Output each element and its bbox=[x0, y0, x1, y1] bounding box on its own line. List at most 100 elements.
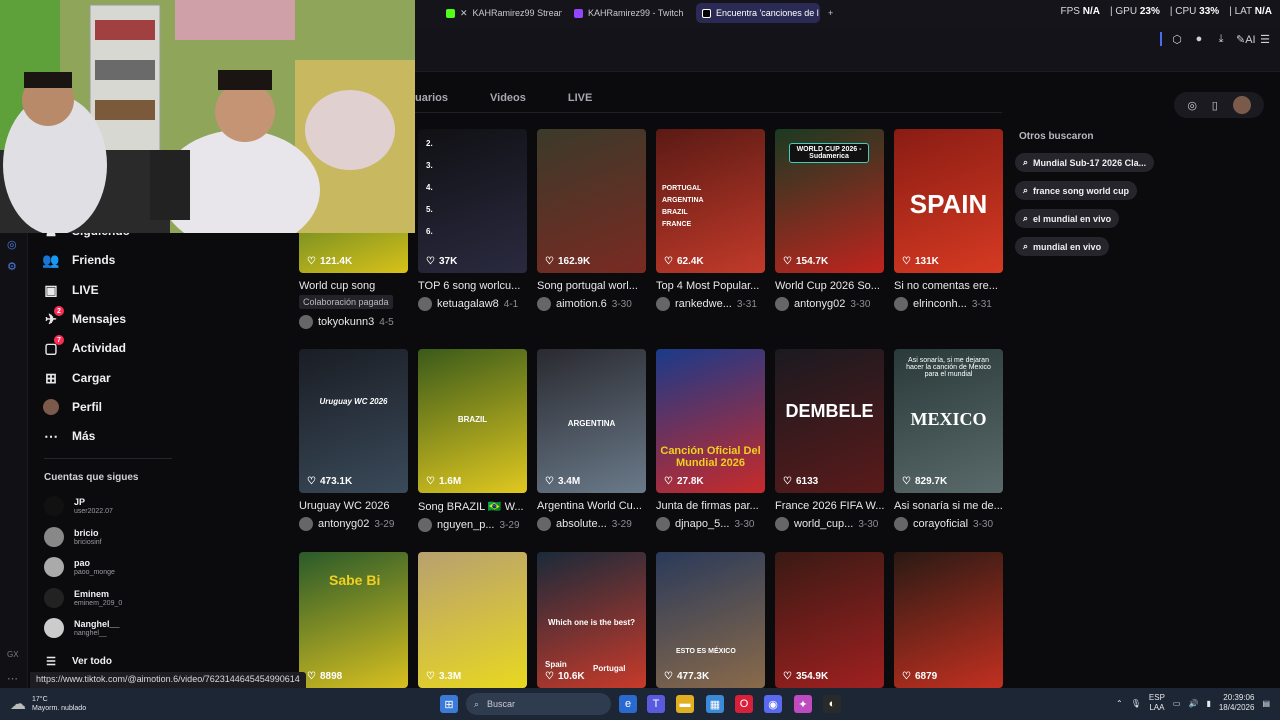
ai-button[interactable]: ✎AI bbox=[1236, 33, 1256, 46]
store-icon[interactable]: ▦ bbox=[706, 695, 724, 713]
video-author-row[interactable]: world_cup... 3-30 bbox=[775, 517, 884, 531]
video-title[interactable]: Uruguay WC 2026 bbox=[299, 500, 408, 512]
video-author-row[interactable]: absolute... 3-29 bbox=[537, 517, 646, 531]
video-card[interactable]: ♡ 10.6K Which one is the best? Spain Portuga… bbox=[537, 552, 646, 688]
video-card[interactable]: ♡ 154.7K WORLD CUP 2026 - Sudamerica World … bbox=[775, 129, 884, 311]
weather-widget[interactable]: ☁ 17°C Mayorm. nublado bbox=[10, 694, 86, 714]
battery-icon[interactable]: ▮ bbox=[1206, 699, 1210, 708]
video-thumbnail[interactable]: ♡ 37K 2. 3. 4. 5. 6. bbox=[418, 129, 527, 273]
video-thumbnail[interactable]: ♡ 3.3M bbox=[418, 552, 527, 688]
sidebar-item-activity[interactable]: ▢ 7 Actividad bbox=[42, 335, 126, 357]
other-search-chip[interactable]: ⌕ mundial en vivo bbox=[1015, 237, 1110, 256]
video-card[interactable]: ♡ 3.4M ARGENTINA Argentina World Cu... absol… bbox=[537, 349, 646, 531]
notification-icon[interactable]: ▤ bbox=[1262, 699, 1270, 708]
account-icon[interactable]: ● bbox=[1192, 33, 1206, 45]
video-author-row[interactable]: antonyg02 3-29 bbox=[299, 517, 408, 531]
video-author-row[interactable]: tokyokunn3 4-5 bbox=[299, 315, 408, 329]
tab-twitch[interactable]: KAHRamirez99 - Twitch bbox=[568, 3, 690, 23]
sidebar-item-upload[interactable]: ⊞ Cargar bbox=[42, 369, 111, 387]
video-title[interactable]: Argentina World Cu... bbox=[537, 500, 646, 512]
chevron-up-icon[interactable]: ⌃ bbox=[1116, 699, 1123, 708]
video-card[interactable]: ♡ 131K SPAIN Si no comentas ere... elrinconh… bbox=[894, 129, 1003, 311]
video-author-row[interactable]: djnapo_5... 3-30 bbox=[656, 517, 765, 531]
video-card[interactable]: ♡ 6879 bbox=[894, 552, 1003, 688]
video-title[interactable]: Song portugal worl... bbox=[537, 280, 646, 292]
obs-icon[interactable]: ◐ bbox=[823, 695, 841, 713]
video-card[interactable]: ♡ 473.1K Uruguay WC 2026 Uruguay WC 2026 ant… bbox=[299, 349, 408, 531]
video-card[interactable]: ♡ 477.3K ESTO ES MÉXICO bbox=[656, 552, 765, 688]
tab-kick-stream[interactable]: ✕ KAHRamirez99 Stream bbox=[440, 3, 562, 23]
settings-icon[interactable]: ⚙ bbox=[7, 260, 17, 273]
compass-icon[interactable]: ◎ bbox=[1187, 99, 1197, 112]
video-card[interactable]: ♡ 3.3M bbox=[418, 552, 527, 688]
mic-icon[interactable]: 🎙 bbox=[1131, 699, 1141, 708]
edge-icon[interactable]: e bbox=[619, 695, 637, 713]
video-author-row[interactable]: elrinconh... 3-31 bbox=[894, 297, 1003, 311]
following-account[interactable]: Eminem eminem_209_0 bbox=[44, 588, 122, 608]
clock[interactable]: 20:39:06 18/4/2026 bbox=[1219, 693, 1255, 713]
video-thumbnail[interactable]: ♡ 154.7K WORLD CUP 2026 - Sudamerica bbox=[775, 129, 884, 273]
video-thumbnail[interactable]: ♡ 473.1K Uruguay WC 2026 bbox=[299, 349, 408, 493]
video-card[interactable]: ♡ 829.7K Asi sonaría, si me dejaran hacer … bbox=[894, 349, 1003, 531]
video-title[interactable]: Si no comentas ere... bbox=[894, 280, 1003, 292]
gx-icon[interactable]: GX bbox=[7, 650, 19, 659]
messenger-icon[interactable]: ◎ bbox=[7, 238, 17, 251]
start-icon[interactable]: ⊞ bbox=[440, 695, 458, 713]
video-thumbnail[interactable]: ♡ 27.8K Canción Oficial Del Mundial 2026 bbox=[656, 349, 765, 493]
video-card[interactable]: ♡ 8898 Sabe Bi bbox=[299, 552, 408, 688]
volume-icon[interactable]: 🔊 bbox=[1188, 699, 1198, 708]
sidebar-item-live[interactable]: ▣ LIVE bbox=[42, 281, 98, 299]
video-card[interactable]: ♡ 62.4K PORTUGAL ARGENTINA BRAZIL FRANCE Top 4… bbox=[656, 129, 765, 311]
following-account[interactable]: JP user2022.07 bbox=[44, 496, 113, 516]
video-thumbnail[interactable]: ♡ 829.7K Asi sonaría, si me dejaran hacer … bbox=[894, 349, 1003, 493]
video-card[interactable]: ♡ 27.8K Canción Oficial Del Mundial 2026 Ju… bbox=[656, 349, 765, 531]
video-title[interactable]: World cup song bbox=[299, 280, 408, 292]
tab-tiktok[interactable]: Encuentra 'canciones de l bbox=[696, 3, 820, 23]
video-card[interactable]: ♡ 162.9K Song portugal worl... aimotion.6 3-… bbox=[537, 129, 646, 311]
tab-live[interactable]: LIVE bbox=[568, 92, 592, 104]
video-thumbnail[interactable]: ♡ 3.4M ARGENTINA bbox=[537, 349, 646, 493]
other-search-chip[interactable]: ⌕ el mundial en vivo bbox=[1015, 209, 1120, 228]
video-title[interactable]: Song BRAZIL 🇧🇷 W... bbox=[418, 500, 527, 513]
video-title[interactable]: World Cup 2026 So... bbox=[775, 280, 884, 292]
extensions-icon[interactable]: ⬡ bbox=[1170, 33, 1184, 46]
video-thumbnail[interactable]: ♡ 6879 bbox=[894, 552, 1003, 688]
video-author-row[interactable]: rankedwe... 3-31 bbox=[656, 297, 765, 311]
taskbar-search[interactable]: ⌕ Buscar bbox=[466, 693, 611, 715]
video-author-row[interactable]: nguyen_p... 3-29 bbox=[418, 518, 527, 532]
sidebar-item-more[interactable]: ⋯ Más bbox=[42, 427, 95, 445]
teams-icon[interactable]: T bbox=[647, 695, 665, 713]
video-author-row[interactable]: aimotion.6 3-30 bbox=[537, 297, 646, 311]
video-thumbnail[interactable]: ♡ 8898 Sabe Bi bbox=[299, 552, 408, 688]
video-thumbnail[interactable]: ♡ 1.6M BRAZIL bbox=[418, 349, 527, 493]
menu-icon[interactable]: ☰ bbox=[1258, 33, 1272, 46]
language-code[interactable]: ESP bbox=[1149, 693, 1165, 703]
video-author-row[interactable]: antonyg02 3-30 bbox=[775, 297, 884, 311]
video-thumbnail[interactable]: ♡ 10.6K Which one is the best? Spain Portuga… bbox=[537, 552, 646, 688]
video-thumbnail[interactable]: ♡ 62.4K PORTUGAL ARGENTINA BRAZIL FRANCE bbox=[656, 129, 765, 273]
following-account[interactable]: bricio briciosinf bbox=[44, 527, 102, 547]
video-thumbnail[interactable]: ♡ 354.9K bbox=[775, 552, 884, 688]
video-thumbnail[interactable]: ♡ 162.9K bbox=[537, 129, 646, 273]
see-all-link[interactable]: ☰ Ver todo bbox=[42, 652, 112, 670]
tab-users[interactable]: uarios bbox=[415, 92, 448, 104]
folder-icon[interactable]: ▬ bbox=[676, 695, 694, 713]
discord-icon[interactable]: ◉ bbox=[764, 695, 782, 713]
video-thumbnail[interactable]: ♡ 6133 DEMBELE bbox=[775, 349, 884, 493]
other-search-chip[interactable]: ⌕ Mundial Sub-17 2026 Cla... bbox=[1015, 153, 1155, 172]
sidebar-item-friends[interactable]: 👥 Friends bbox=[42, 251, 115, 269]
tab-videos[interactable]: Videos bbox=[490, 92, 526, 104]
other-search-chip[interactable]: ⌕ france song world cup bbox=[1015, 181, 1138, 200]
avatar[interactable] bbox=[1232, 96, 1251, 114]
new-tab-button[interactable]: + bbox=[822, 3, 838, 23]
network-icon[interactable]: ▭ bbox=[1173, 699, 1181, 708]
video-card[interactable]: ♡ 37K 2. 3. 4. 5. 6. TOP 6 song worlcu... ketuag… bbox=[418, 129, 527, 311]
tab-close-icon[interactable]: ✕ bbox=[460, 8, 468, 19]
video-title[interactable]: France 2026 FIFA W... bbox=[775, 500, 884, 512]
following-account[interactable]: pao paoo_monge bbox=[44, 557, 115, 577]
video-title[interactable]: TOP 6 song worlcu... bbox=[418, 280, 527, 292]
phone-icon[interactable]: ▯ bbox=[1212, 99, 1218, 112]
video-card[interactable]: ♡ 354.9K bbox=[775, 552, 884, 688]
video-thumbnail[interactable]: ♡ 131K SPAIN bbox=[894, 129, 1003, 273]
following-account[interactable]: Nanghel__ nanghel__ bbox=[44, 618, 120, 638]
